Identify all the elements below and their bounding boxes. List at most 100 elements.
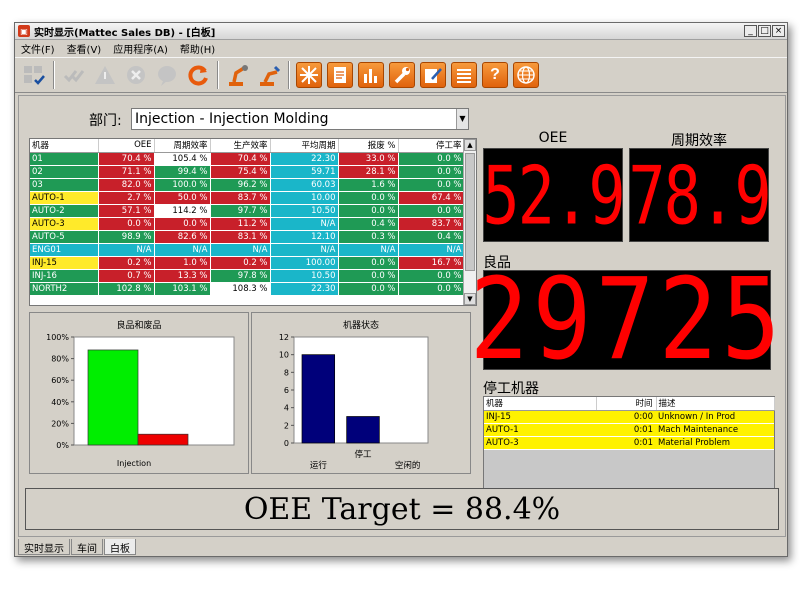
table-cell: 0.0 %	[338, 256, 399, 270]
table-cell: N/A	[154, 243, 211, 257]
wrench-icon[interactable]	[389, 62, 415, 88]
question-icon[interactable]: ?	[482, 62, 508, 88]
table-row[interactable]: AUTO-3 0.0 % 0.0 % 11.2 % N/A 0.4 % 83.7 %	[30, 217, 465, 231]
toolbar-separator	[288, 61, 290, 89]
table-cell: INJ-15	[30, 256, 99, 270]
table-cell: 71.1 %	[98, 165, 155, 179]
table-row[interactable]: AUTO-1 2.7 % 50.0 % 83.7 % 10.00 0.0 % 67.4 %	[30, 191, 465, 205]
table-cell: AUTO-5	[30, 230, 99, 244]
table-row[interactable]: AUTO-2 57.1 % 114.2 % 97.7 % 10.50 0.0 % 0.0 %	[30, 204, 465, 218]
burst-icon[interactable]	[296, 62, 322, 88]
minimize-button[interactable]: _	[744, 25, 757, 37]
tab-realtime-display[interactable]: 实时显示	[18, 539, 70, 555]
oee-display: 52.9	[482, 148, 625, 243]
help-bubble-icon[interactable]	[154, 62, 180, 88]
table-cell: N/A	[270, 243, 339, 257]
column-header-scrap-percent[interactable]: 报废 %	[338, 139, 399, 153]
downtime-row[interactable]: AUTO-3 0:01 Material Problem	[484, 436, 774, 450]
table-row[interactable]: 01 70.4 % 105.4 % 70.4 % 22.30 33.0 % 0.0 %	[30, 152, 465, 166]
table-row[interactable]: 02 71.1 % 99.4 % 75.4 % 59.71 28.1 % 0.0 %	[30, 165, 465, 179]
check-icon[interactable]	[61, 62, 87, 88]
scroll-thumb[interactable]	[465, 153, 475, 271]
table-cell: 16.7 %	[398, 256, 465, 270]
menu-help[interactable]: 帮助(H)	[174, 41, 221, 56]
question-glyph: ?	[490, 66, 500, 83]
chevron-down-icon[interactable]: ▼	[456, 109, 468, 129]
app-window: ▣ 实时显示(Mattec Sales DB) - [白板] _ □ × 文件(…	[14, 22, 788, 557]
table-cell: 0.2 %	[98, 256, 155, 270]
table-cell: 98.9 %	[98, 230, 155, 244]
table-row[interactable]: INJ-16 0.7 % 13.3 % 97.8 % 10.50 0.0 % 0.0 %	[30, 269, 465, 283]
table-cell: 1.0 %	[154, 256, 211, 270]
tab-shop-floor[interactable]: 车间	[71, 539, 103, 555]
close-button[interactable]: ×	[772, 25, 785, 37]
table-cell: N/A	[398, 243, 465, 257]
column-header-machine[interactable]: 机器	[30, 139, 99, 153]
table-cell: 82.6 %	[154, 230, 211, 244]
layout-icon[interactable]	[21, 62, 47, 88]
downtime-row[interactable]: INJ-15 0:00 Unknown / In Prod	[484, 410, 774, 424]
table-row[interactable]: AUTO-5 98.9 % 82.6 % 83.1 % 12.10 0.3 % 0.4 %	[30, 230, 465, 244]
column-header-description[interactable]: 描述	[656, 397, 775, 411]
list-icon[interactable]	[451, 62, 477, 88]
downtime-machines-title: 停工机器	[483, 381, 539, 397]
menu-file[interactable]: 文件(F)	[15, 41, 61, 56]
y-tick-label: 40%	[51, 398, 69, 407]
table-cell: 100.0 %	[154, 178, 211, 192]
y-tick-label: 6	[284, 386, 289, 395]
tab-whiteboard[interactable]: 白板	[104, 539, 136, 555]
document-icon[interactable]	[327, 62, 353, 88]
table-cell: 0:00	[596, 410, 656, 424]
table-cell: 12.10	[270, 230, 339, 244]
table-cell: 0.0 %	[398, 152, 465, 166]
edit-icon[interactable]	[420, 62, 446, 88]
warning-icon[interactable]	[92, 62, 118, 88]
table-cell: 102.8 %	[98, 282, 155, 296]
oee-target-banner: OEE Target = 88.4%	[25, 488, 779, 530]
bar	[301, 354, 336, 444]
menu-applications[interactable]: 应用程序(A)	[107, 41, 174, 56]
good-scrap-chart: 良品和废品 0% 20% 40% 60% 80% 100% Injection	[29, 312, 249, 474]
table-cell: 10.00	[270, 191, 339, 205]
toolbar-separator	[53, 61, 55, 89]
machine-status-chart: 机器状态 0 2 4 6 8 10 12 运行 停工 空闲的	[251, 312, 471, 474]
table-cell: 0.4 %	[398, 230, 465, 244]
table-cell: N/A	[270, 217, 339, 231]
table-cell: AUTO-3	[484, 436, 596, 450]
table-row[interactable]: INJ-15 0.2 % 1.0 % 0.2 % 100.00 0.0 % 16.7 %	[30, 256, 465, 270]
table-row[interactable]: NORTH2 102.8 % 103.1 % 108.3 % 22.30 0.0 % 0.0…	[30, 282, 465, 296]
cancel-icon[interactable]	[123, 62, 149, 88]
table-cell: 97.8 %	[210, 269, 271, 283]
column-header-downtime-rate[interactable]: 停工率	[398, 139, 465, 153]
scroll-up-icon[interactable]: ▲	[464, 139, 476, 151]
bar	[346, 416, 380, 444]
table-cell: 99.4 %	[154, 165, 211, 179]
table-cell: Unknown / In Prod	[656, 410, 774, 424]
downtime-row[interactable]: AUTO-1 0:01 Mach Maintenance	[484, 423, 774, 437]
table-cell: 105.4 %	[154, 152, 211, 166]
column-header-production-efficiency[interactable]: 生产效率	[210, 139, 271, 153]
robot-arm-alt-icon[interactable]	[256, 62, 282, 88]
downtime-header-row: 机器 时间 描述	[484, 397, 775, 411]
department-select[interactable]: Injection - Injection Molding ▼	[131, 108, 469, 130]
robot-arm-icon[interactable]	[225, 62, 251, 88]
bar-chart-icon[interactable]	[358, 62, 384, 88]
y-tick-label: 100%	[46, 333, 69, 342]
menu-view[interactable]: 查看(V)	[61, 41, 108, 56]
column-header-machine[interactable]: 机器	[484, 397, 597, 411]
department-label: 部门:	[89, 113, 122, 129]
column-header-cycle-efficiency[interactable]: 周期效率	[154, 139, 211, 153]
cycle-efficiency-label: 周期效率	[671, 133, 727, 149]
refresh-icon[interactable]	[185, 62, 211, 88]
table-row[interactable]: 03 82.0 % 100.0 % 96.2 % 60.03 1.6 % 0.0 %	[30, 178, 465, 192]
column-header-oee[interactable]: OEE	[98, 139, 155, 153]
column-header-average-cycle[interactable]: 平均周期	[270, 139, 339, 153]
x-tick-label: 停工	[354, 449, 372, 460]
table-row[interactable]: ENG01 N/A N/A N/A N/A N/A N/A	[30, 243, 465, 257]
table-cell: AUTO-3	[30, 217, 99, 231]
globe-icon[interactable]	[513, 62, 539, 88]
table-cell: 0.4 %	[338, 217, 399, 231]
app-icon: ▣	[18, 25, 30, 37]
maximize-button[interactable]: □	[758, 25, 771, 37]
column-header-time[interactable]: 时间	[596, 397, 657, 411]
